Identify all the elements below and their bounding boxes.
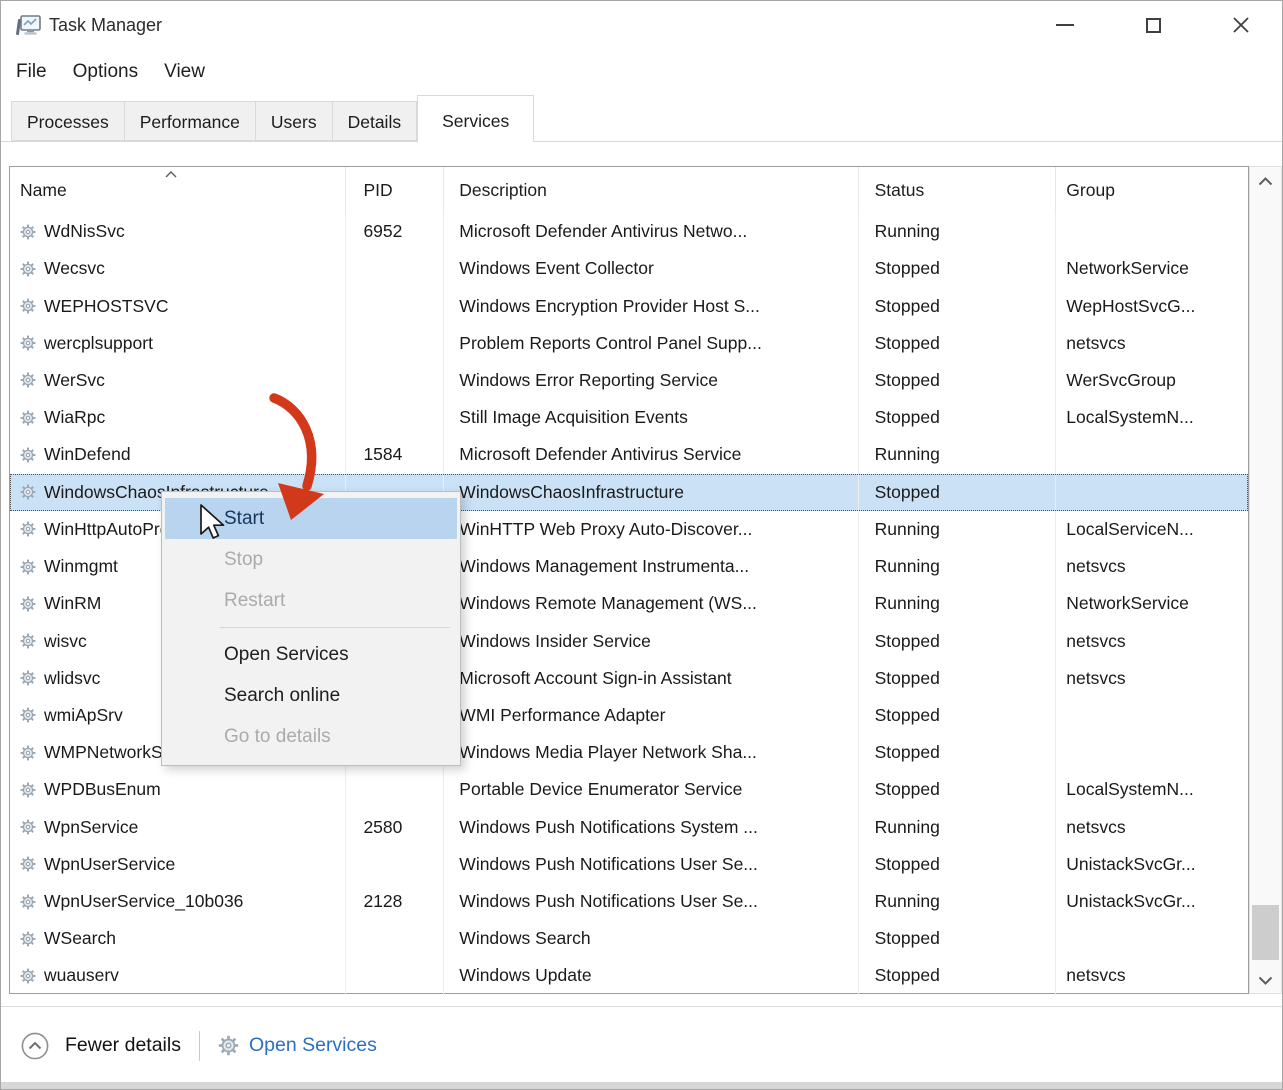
maximize-button[interactable] [1133, 7, 1173, 43]
context-menu: Start Stop Restart Open Services Search … [161, 491, 461, 766]
menu-item-start[interactable]: Start [165, 498, 457, 539]
table-row[interactable]: wuauserv Windows Update Stopped netsvcs [10, 957, 1248, 994]
tab-strip: Processes Performance Users Details Serv… [1, 95, 1282, 142]
menu-options[interactable]: Options [60, 61, 151, 83]
service-gear-icon [20, 447, 36, 463]
maximize-icon [1146, 18, 1161, 33]
table-row[interactable]: WerSvc Windows Error Reporting Service S… [10, 362, 1248, 399]
service-gear-icon [20, 559, 36, 575]
service-gear-icon [20, 335, 36, 351]
menu-view[interactable]: View [151, 61, 218, 83]
window-bottom-edge [1, 1082, 1282, 1089]
service-gear-icon [20, 596, 36, 612]
service-gear-icon [20, 782, 36, 798]
service-gear-icon [20, 224, 36, 240]
service-gear-icon [20, 298, 36, 314]
service-gear-icon [20, 931, 36, 947]
table-row[interactable]: WinDefend 1584 Microsoft Defender Antivi… [10, 436, 1248, 473]
scroll-down-icon[interactable] [1258, 976, 1273, 985]
minimize-icon [1056, 24, 1074, 26]
service-gear-icon [20, 856, 36, 872]
table-row[interactable]: WpnService 2580 Windows Push Notificatio… [10, 809, 1248, 846]
menu-file[interactable]: File [3, 61, 60, 83]
table-header: Name PID Description Status Group [10, 167, 1248, 213]
task-manager-window: Task Manager File Options View Processes… [0, 0, 1283, 1090]
minimize-button[interactable] [1045, 7, 1085, 43]
column-header-description[interactable]: Description [444, 167, 858, 213]
menu-item-open-services[interactable]: Open Services [162, 634, 460, 675]
scroll-up-icon[interactable] [1258, 177, 1273, 186]
open-services-gear-icon[interactable] [218, 1035, 239, 1056]
task-manager-app-icon [14, 12, 42, 40]
menu-item-search-online[interactable]: Search online [162, 675, 460, 716]
close-icon [1231, 15, 1251, 35]
fewer-details-chevron-icon[interactable] [21, 1032, 49, 1060]
service-gear-icon [20, 819, 36, 835]
service-gear-icon [20, 633, 36, 649]
service-gear-icon [20, 410, 36, 426]
service-gear-icon [20, 745, 36, 761]
column-header-name[interactable]: Name [10, 167, 346, 213]
title-bar: Task Manager [1, 1, 1282, 49]
footer-separator [199, 1031, 200, 1061]
service-gear-icon [20, 261, 36, 277]
table-row[interactable]: WdNisSvc 6952 Microsoft Defender Antivir… [10, 213, 1248, 250]
tab-details[interactable]: Details [333, 101, 418, 141]
table-row[interactable]: WpnUserService Windows Push Notification… [10, 846, 1248, 883]
table-row[interactable]: WpnUserService_10b036 2128 Windows Push … [10, 883, 1248, 920]
tab-services[interactable]: Services [417, 95, 534, 142]
tab-processes[interactable]: Processes [11, 101, 125, 141]
table-row[interactable]: Wecsvc Windows Event Collector Stopped N… [10, 250, 1248, 287]
menu-separator [220, 627, 450, 628]
column-header-group[interactable]: Group [1056, 167, 1248, 213]
table-row[interactable]: WEPHOSTSVC Windows Encryption Provider H… [10, 287, 1248, 324]
column-header-status[interactable]: Status [859, 167, 1057, 213]
window-title: Task Manager [49, 1, 162, 49]
tab-performance[interactable]: Performance [125, 101, 256, 141]
service-gear-icon [20, 372, 36, 388]
open-services-link[interactable]: Open Services [249, 1034, 377, 1057]
service-gear-icon [20, 707, 36, 723]
sort-ascending-icon [165, 171, 177, 178]
menu-item-restart: Restart [162, 580, 460, 621]
service-gear-icon [20, 670, 36, 686]
scrollbar-thumb[interactable] [1252, 905, 1279, 960]
service-gear-icon [20, 968, 36, 984]
table-row[interactable]: wercplsupport Problem Reports Control Pa… [10, 325, 1248, 362]
service-gear-icon [20, 521, 36, 537]
table-row[interactable]: WPDBusEnum Portable Device Enumerator Se… [10, 771, 1248, 808]
table-row[interactable]: WiaRpc Still Image Acquisition Events St… [10, 399, 1248, 436]
vertical-scrollbar[interactable] [1249, 166, 1282, 994]
service-gear-icon [20, 484, 36, 500]
table-row[interactable]: WSearch Windows Search Stopped [10, 920, 1248, 957]
menu-bar: File Options View [3, 49, 218, 94]
column-header-pid[interactable]: PID [346, 167, 444, 213]
close-button[interactable] [1221, 7, 1261, 43]
tab-users[interactable]: Users [256, 101, 333, 141]
footer-bar: Fewer details Open Services [1, 1007, 1282, 1084]
menu-item-go-to-details: Go to details [162, 716, 460, 757]
menu-item-stop: Stop [162, 539, 460, 580]
service-gear-icon [20, 894, 36, 910]
fewer-details-toggle[interactable]: Fewer details [65, 1034, 181, 1057]
